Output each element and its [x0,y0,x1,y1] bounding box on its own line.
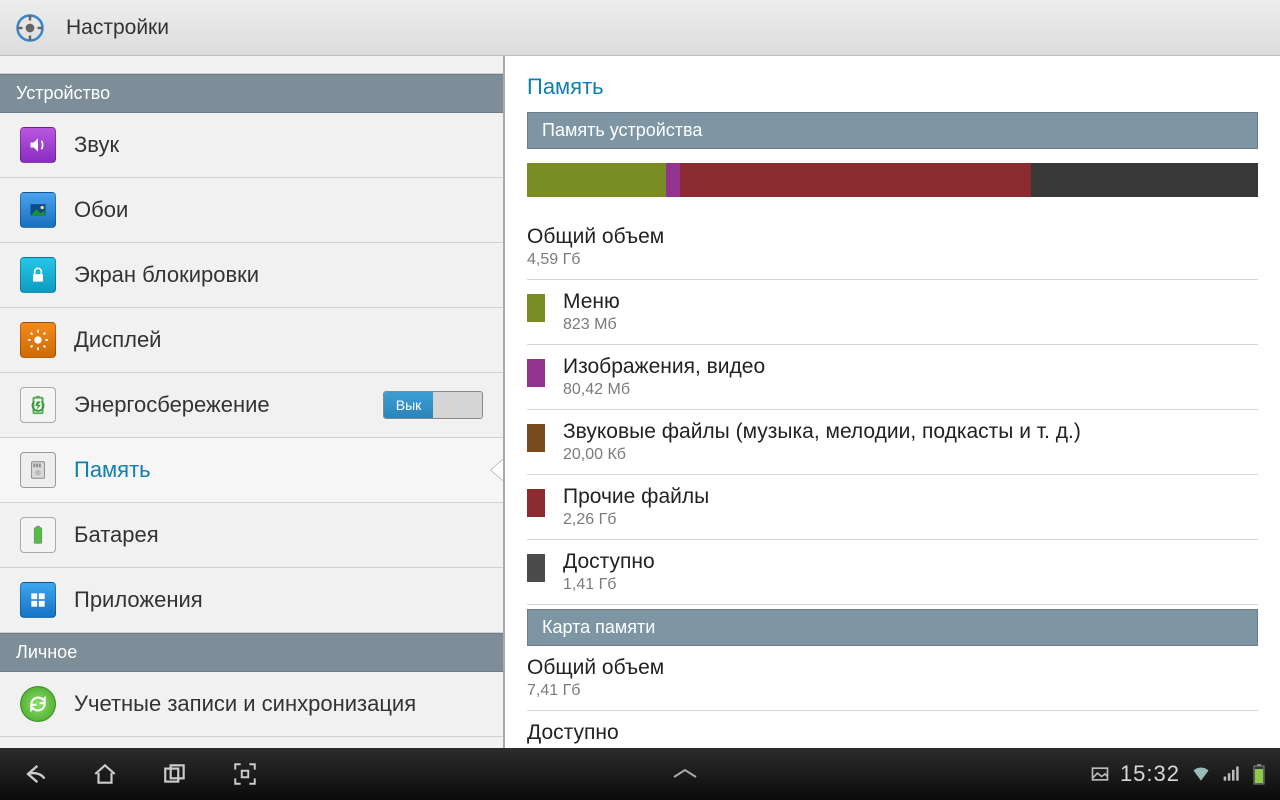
row-sub: 1,41 Гб [563,576,655,594]
sidebar-item-label: Звук [74,132,119,158]
sidebar-item-battery[interactable]: Батарея [0,503,503,568]
apps-icon [20,582,56,618]
wallpaper-icon [20,192,56,228]
app-bar: Настройки [0,0,1280,56]
row-images-video[interactable]: Изображения, видео 80,42 Мб [527,345,1258,410]
active-caret-icon [491,458,505,482]
sidebar-item-label: Экран блокировки [74,262,259,288]
sidebar-item-label: Батарея [74,522,159,548]
back-button[interactable] [0,748,70,800]
recent-apps-button[interactable] [140,748,210,800]
display-icon [20,322,56,358]
sound-icon [20,127,56,163]
sidebar: Устройство Звук Обои Экран блокировки Ди… [0,56,505,748]
status-clock: 15:32 [1120,761,1180,787]
sidebar-section-personal: Личное [0,633,503,672]
wifi-icon [1190,764,1212,784]
row-sd-available[interactable]: Доступно [527,711,1258,748]
row-sub: 2,26 Гб [563,511,709,529]
color-swatch [527,424,545,452]
partial-item-top [0,56,503,74]
sidebar-section-device: Устройство [0,74,503,113]
sidebar-item-apps[interactable]: Приложения [0,568,503,633]
lock-icon [20,257,56,293]
color-swatch [527,294,545,322]
color-swatch [527,554,545,582]
sidebar-item-label: Приложения [74,587,203,613]
sidebar-item-storage[interactable]: Память [0,438,503,503]
row-title: Доступно [563,550,655,574]
sidebar-item-accounts-sync[interactable]: Учетные записи и синхронизация [0,672,503,737]
settings-gear-icon [12,10,48,46]
nav-expand-handle[interactable] [280,767,1090,781]
power-saving-toggle[interactable]: Вык [383,391,483,419]
row-menu[interactable]: Меню 823 Мб [527,280,1258,345]
row-title: Меню [563,290,620,314]
battery-icon [20,517,56,553]
row-audio[interactable]: Звуковые файлы (музыка, мелодии, подкаст… [527,410,1258,475]
row-title: Общий объем [527,656,1258,680]
color-swatch [527,489,545,517]
power-saving-icon [20,387,56,423]
color-swatch [527,359,545,387]
content-section-sd-card: Карта памяти [527,609,1258,646]
battery-status-icon [1252,763,1266,785]
sidebar-item-power-saving[interactable]: Энергосбережение Вык [0,373,503,438]
storage-icon [20,452,56,488]
system-nav-bar: 15:32 [0,748,1280,800]
bar-segment-menu [527,163,666,197]
row-sub: 7,41 Гб [527,682,1258,700]
toggle-on-side [433,392,482,418]
content-section-device-storage: Память устройства [527,112,1258,149]
gallery-status-icon [1090,764,1110,784]
row-other-files[interactable]: Прочие файлы 2,26 Гб [527,475,1258,540]
status-area[interactable]: 15:32 [1090,761,1280,787]
sidebar-item-label: Память [74,457,151,483]
sidebar-item-display[interactable]: Дисплей [0,308,503,373]
sidebar-item-label: Обои [74,197,128,223]
toggle-off-label: Вык [384,392,433,418]
row-sub: 80,42 Мб [563,381,765,399]
content-title: Память [527,74,1258,100]
home-button[interactable] [70,748,140,800]
row-sub: 20,00 Кб [563,446,1081,464]
sync-icon [20,686,56,722]
sidebar-item-label: Дисплей [74,327,161,353]
sidebar-item-label: Энергосбережение [74,392,270,418]
row-title: Общий объем [527,225,1258,249]
app-title: Настройки [66,16,169,40]
row-title: Прочие файлы [563,485,709,509]
sidebar-item-label: Учетные записи и синхронизация [74,691,416,717]
screenshot-button[interactable] [210,748,280,800]
signal-icon [1222,764,1242,784]
row-sub: 823 Мб [563,316,620,334]
storage-usage-bar[interactable] [527,163,1258,197]
bar-segment-free [1031,163,1258,197]
row-total-space[interactable]: Общий объем 4,59 Гб [527,215,1258,280]
bar-segment-other [680,163,1031,197]
sidebar-item-lockscreen[interactable]: Экран блокировки [0,243,503,308]
row-sd-total[interactable]: Общий объем 7,41 Гб [527,646,1258,711]
row-title: Доступно [527,721,1258,745]
bar-segment-images [666,163,681,197]
row-sub: 4,59 Гб [527,251,1258,269]
sidebar-item-sound[interactable]: Звук [0,113,503,178]
row-title: Изображения, видео [563,355,765,379]
content-pane: Память Память устройства Общий объем 4,5… [505,56,1280,748]
sidebar-item-wallpaper[interactable]: Обои [0,178,503,243]
row-title: Звуковые файлы (музыка, мелодии, подкаст… [563,420,1081,444]
row-available[interactable]: Доступно 1,41 Гб [527,540,1258,605]
